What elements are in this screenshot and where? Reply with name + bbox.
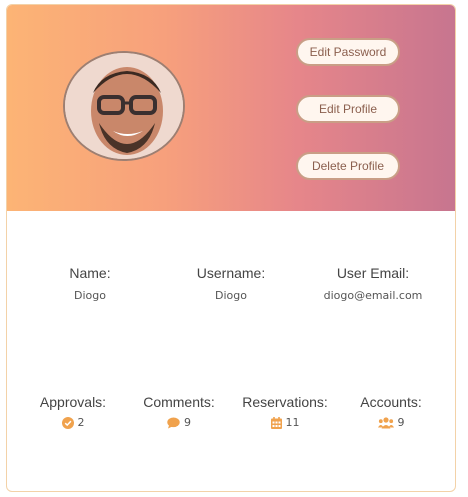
- delete-profile-button[interactable]: Delete Profile: [296, 152, 400, 180]
- comments-label: Comments:: [143, 394, 215, 410]
- accounts-count: 9: [397, 416, 405, 429]
- comments-count: 9: [184, 416, 191, 429]
- users-icon: [377, 416, 394, 428]
- comment-icon: [167, 417, 180, 428]
- name-value: Diogo: [74, 289, 106, 302]
- username-value: Diogo: [215, 289, 247, 302]
- username-label: Username:: [196, 265, 266, 281]
- profile-banner: Edit Password Edit Profile Delete Profil…: [7, 5, 455, 211]
- check-circle-icon: [61, 416, 74, 429]
- reservations-label: Reservations:: [242, 394, 328, 410]
- accounts-label: Accounts:: [360, 394, 422, 410]
- profile-card: Edit Password Edit Profile Delete Profil…: [6, 4, 456, 492]
- name-label: Name:: [69, 265, 111, 281]
- accounts-stat: 9: [336, 416, 446, 429]
- avatar: [63, 51, 185, 161]
- edit-profile-button[interactable]: Edit Profile: [296, 95, 400, 123]
- comments-stat: 9: [124, 416, 234, 429]
- email-label: User Email:: [336, 265, 410, 281]
- reservations-count: 11: [285, 416, 300, 429]
- reservations-stat: 11: [230, 416, 340, 429]
- approvals-label: Approvals:: [39, 394, 107, 410]
- edit-password-button[interactable]: Edit Password: [296, 38, 400, 66]
- approvals-count: 2: [77, 416, 85, 429]
- email-value: diogo@email.com: [323, 289, 423, 302]
- calendar-icon: [270, 416, 282, 429]
- avatar-photo: [65, 53, 183, 159]
- approvals-stat: 2: [18, 416, 128, 429]
